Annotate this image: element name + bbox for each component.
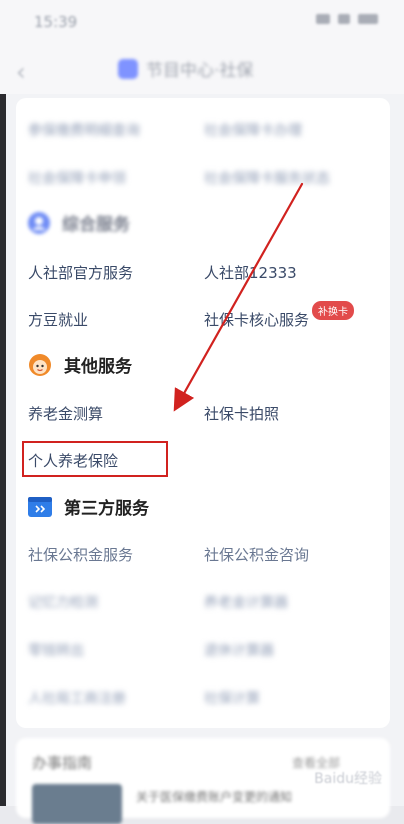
third-party-card-icon (28, 496, 52, 517)
blurred-item[interactable]: 社会保障卡办理 (204, 120, 302, 140)
service-item[interactable]: 社保卡核心服务 (204, 309, 309, 330)
screen-edge (0, 0, 6, 806)
services-card: 参保缴费明细查询 社会保障卡办理 社会保障卡申领 社会保障卡服务状态 综合服务 … (16, 98, 390, 728)
blurred-item[interactable]: 养老金计算器 (204, 592, 288, 612)
watermark: Baidu经验 (314, 771, 382, 787)
nav-bar: ‹ 节目中心·社保 (0, 44, 404, 94)
blurred-item[interactable]: 退休计算器 (204, 640, 274, 660)
blurred-item[interactable]: 人社局工商注册 (28, 688, 126, 708)
phone-screen: 15:39 ‹ 节目中心·社保 参保缴费明细查询 社会保障卡办理 社会保障卡申领… (0, 0, 404, 824)
service-item[interactable]: 社保公积金咨询 (204, 544, 309, 565)
signal-icon (316, 14, 330, 24)
blurred-item[interactable]: 社会保障卡服务状态 (204, 168, 330, 188)
section-title: 综合服务 (62, 215, 130, 235)
service-item[interactable]: 人社部12333 (204, 262, 297, 283)
service-item[interactable]: 社保公积金服务 (28, 544, 133, 565)
guide-item[interactable]: 关于医保缴费账户变更的通知 (136, 788, 292, 805)
replace-card-badge: 补换卡 (312, 301, 354, 320)
wifi-icon (338, 14, 350, 24)
status-time: 15:39 (34, 13, 78, 31)
service-item[interactable]: 人社部官方服务 (28, 262, 133, 283)
back-icon[interactable]: ‹ (16, 58, 26, 86)
blurred-item[interactable]: 社会保障卡申领 (28, 168, 126, 188)
section-third-party-header: 第三方服务 (28, 494, 149, 519)
guide-card-title: 办事指南 (32, 754, 93, 772)
service-item[interactable]: 社保卡拍照 (204, 403, 279, 424)
status-bar: 15:39 (0, 0, 404, 44)
blurred-item[interactable]: 参保缴费明细查询 (28, 120, 140, 140)
highlight-box (22, 441, 168, 477)
section-other-header: 其他服务 (28, 352, 132, 377)
service-item[interactable]: 方豆就业 (28, 309, 88, 330)
section-title: 第三方服务 (64, 499, 149, 519)
section-comprehensive-header: 综合服务 (28, 210, 130, 235)
nav-title-wrap: 节目中心·社保 (118, 56, 253, 81)
battery-icon (358, 14, 378, 24)
status-icons (316, 14, 378, 24)
mascot-icon (29, 353, 51, 376)
service-item[interactable]: 养老金测算 (28, 403, 103, 424)
section-title: 其他服务 (64, 357, 132, 377)
blurred-item[interactable]: 记忆力检测 (28, 592, 98, 612)
guide-thumb (32, 784, 122, 824)
user-service-icon (28, 211, 50, 234)
mini-program-icon (118, 58, 138, 79)
blurred-item[interactable]: 零钱转出 (28, 640, 84, 660)
blurred-item[interactable]: 社保计算 (204, 688, 260, 708)
page-title: 节目中心·社保 (146, 61, 254, 81)
